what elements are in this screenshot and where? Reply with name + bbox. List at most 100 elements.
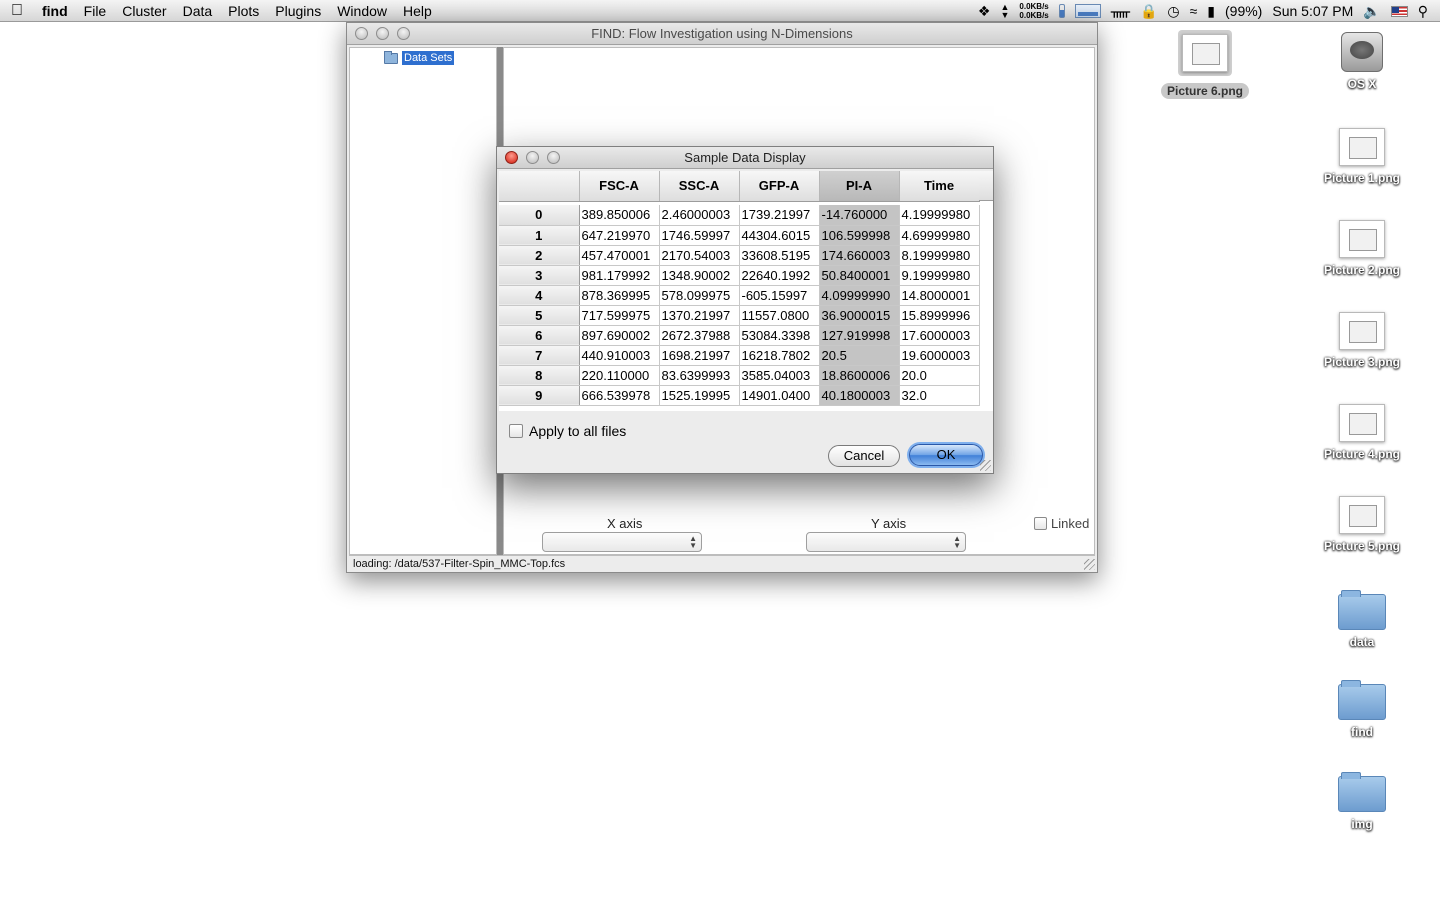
minimize-dialog-button[interactable] xyxy=(526,151,539,164)
menu-help[interactable]: Help xyxy=(395,0,440,22)
data-sets-tree[interactable]: Data Sets xyxy=(349,47,497,555)
table-cell[interactable]: 220.110000 xyxy=(579,365,660,386)
table-cell[interactable]: 33608.5195 xyxy=(739,245,820,266)
zoom-window-button[interactable] xyxy=(397,27,410,40)
x-axis-select[interactable]: ▲ ▼ xyxy=(542,532,702,552)
table-cell[interactable]: 2.46000003 xyxy=(659,205,740,226)
row-header[interactable]: 0 xyxy=(499,205,580,226)
close-window-button[interactable] xyxy=(355,27,368,40)
resize-grip-icon[interactable] xyxy=(1084,559,1095,570)
table-row[interactable]: 4 878.369995 578.099975 -605.15997 4.0999999… xyxy=(499,285,980,306)
table-cell[interactable]: 22640.1992 xyxy=(739,265,820,286)
resize-grip-icon[interactable] xyxy=(980,460,991,471)
row-header[interactable]: 8 xyxy=(499,365,580,386)
column-header-pi-a[interactable]: PI-A xyxy=(819,171,900,202)
table-cell[interactable]: 578.099975 xyxy=(659,285,740,306)
table-row[interactable]: 6 897.690002 2672.37988 53084.3398 127.91999… xyxy=(499,325,980,346)
spotlight-search-icon[interactable]: ⚲ xyxy=(1418,3,1428,20)
table-cell[interactable]: 389.850006 xyxy=(579,205,660,226)
desktop-icon-picture-4[interactable]: Picture 4.png xyxy=(1307,404,1417,462)
table-cell[interactable]: 1698.21997 xyxy=(659,345,740,366)
time-machine-icon[interactable]: ◷ xyxy=(1167,3,1179,20)
menu-app-find[interactable]: find xyxy=(34,0,76,22)
row-header[interactable]: 2 xyxy=(499,245,580,266)
table-cell[interactable]: 20.5 xyxy=(819,345,900,366)
table-cell[interactable]: 666.539978 xyxy=(579,385,660,406)
table-cell[interactable]: 36.9000015 xyxy=(819,305,900,326)
table-row[interactable]: 3 981.179992 1348.90002 22640.1992 50.840000… xyxy=(499,265,980,286)
tree-node-data-sets[interactable]: Data Sets xyxy=(384,50,455,65)
volume-icon[interactable]: 🔈 xyxy=(1363,3,1380,20)
row-header[interactable]: 4 xyxy=(499,285,580,306)
apple-icon[interactable]:  xyxy=(0,2,34,20)
battery-icon[interactable]: ▮ xyxy=(1207,3,1215,20)
table-cell[interactable]: 1746.59997 xyxy=(659,225,740,246)
us-flag-icon[interactable] xyxy=(1390,5,1408,17)
main-window-titlebar[interactable]: FIND: Flow Investigation using N-Dimensi… xyxy=(347,23,1097,45)
close-dialog-button[interactable] xyxy=(505,151,518,164)
desktop-icon-picture-6[interactable]: Picture 6.png xyxy=(1150,30,1260,99)
table-cell[interactable]: 1525.19995 xyxy=(659,385,740,406)
desktop-icon-picture-5[interactable]: Picture 5.png xyxy=(1307,496,1417,554)
table-cell[interactable]: 50.8400001 xyxy=(819,265,900,286)
table-cell[interactable]: -605.15997 xyxy=(739,285,820,306)
cancel-button[interactable]: Cancel xyxy=(828,445,900,467)
table-row[interactable]: 9 666.539978 1525.19995 14901.0400 40.180000… xyxy=(499,385,980,406)
dialog-titlebar[interactable]: Sample Data Display xyxy=(497,147,993,169)
table-cell[interactable]: 3585.04003 xyxy=(739,365,820,386)
table-cell[interactable]: 14.8000001 xyxy=(899,285,980,306)
table-cell[interactable]: 8.19999980 xyxy=(899,245,980,266)
clock[interactable]: Sun 5:07 PM xyxy=(1272,3,1353,19)
table-cell[interactable]: 44304.6015 xyxy=(739,225,820,246)
row-header[interactable]: 3 xyxy=(499,265,580,286)
sample-data-table-area[interactable]: FSC-A SSC-A GFP-A PI-A Time 0 389.850006 2… xyxy=(499,171,993,411)
table-cell[interactable]: 647.219970 xyxy=(579,225,660,246)
desktop-icon-find-folder[interactable]: find xyxy=(1307,680,1417,740)
dropbox-icon[interactable]: ❖ xyxy=(978,3,991,20)
desktop-icon-picture-1[interactable]: Picture 1.png xyxy=(1307,128,1417,186)
lock-icon[interactable]: 🔒 xyxy=(1140,3,1157,20)
table-cell[interactable]: 11557.0800 xyxy=(739,305,820,326)
table-cell[interactable]: 717.599975 xyxy=(579,305,660,326)
table-cell[interactable]: 40.1800003 xyxy=(819,385,900,406)
table-row[interactable]: 1 647.219970 1746.59997 44304.6015 106.59999… xyxy=(499,225,980,246)
desktop-icon-data-folder[interactable]: data xyxy=(1307,590,1417,650)
row-header[interactable]: 7 xyxy=(499,345,580,366)
table-cell[interactable]: 4.19999980 xyxy=(899,205,980,226)
table-cell[interactable]: 174.660003 xyxy=(819,245,900,266)
menu-plots[interactable]: Plots xyxy=(220,0,267,22)
table-row[interactable]: 0 389.850006 2.46000003 1739.21997 -14.76000… xyxy=(499,205,980,226)
table-row[interactable]: 8 220.110000 83.6399993 3585.04003 18.860000… xyxy=(499,365,980,386)
table-cell[interactable]: 1739.21997 xyxy=(739,205,820,226)
column-header-fsc-a[interactable]: FSC-A xyxy=(579,171,660,202)
menu-window[interactable]: Window xyxy=(329,0,395,22)
table-cell[interactable]: 15.8999996 xyxy=(899,305,980,326)
desktop-icon-picture-2[interactable]: Picture 2.png xyxy=(1307,220,1417,278)
table-cell[interactable]: 14901.0400 xyxy=(739,385,820,406)
minimize-window-button[interactable] xyxy=(376,27,389,40)
row-header[interactable]: 9 xyxy=(499,385,580,406)
column-header-time[interactable]: Time xyxy=(899,171,980,202)
table-cell[interactable]: 19.6000003 xyxy=(899,345,980,366)
table-cell[interactable]: 981.179992 xyxy=(579,265,660,286)
desktop-icon-os-x[interactable]: OS X xyxy=(1307,32,1417,92)
table-cell[interactable]: 16218.7802 xyxy=(739,345,820,366)
row-header[interactable]: 5 xyxy=(499,305,580,326)
table-cell[interactable]: 878.369995 xyxy=(579,285,660,306)
cpu-meter-icon[interactable] xyxy=(1074,4,1101,18)
menu-data[interactable]: Data xyxy=(175,0,221,22)
apply-all-checkbox[interactable] xyxy=(509,424,523,438)
row-header[interactable]: 6 xyxy=(499,325,580,346)
linked-checkbox[interactable] xyxy=(1034,517,1047,530)
linked-checkbox-row[interactable]: Linked xyxy=(1034,516,1089,531)
memory-gauge-icon[interactable] xyxy=(1058,4,1065,18)
table-cell[interactable]: 440.910003 xyxy=(579,345,660,366)
desktop-icon-img-folder[interactable]: img xyxy=(1307,772,1417,832)
table-row[interactable]: 7 440.910003 1698.21997 16218.7802 20.5 19.60… xyxy=(499,345,980,366)
table-cell[interactable]: 20.0 xyxy=(899,365,980,386)
table-cell[interactable]: 106.599998 xyxy=(819,225,900,246)
table-cell[interactable]: 2170.54003 xyxy=(659,245,740,266)
battery-percent[interactable]: (99%) xyxy=(1225,3,1262,19)
table-cell[interactable]: 1370.21997 xyxy=(659,305,740,326)
bluetooth-icon[interactable]: ᚅ xyxy=(1111,3,1130,20)
